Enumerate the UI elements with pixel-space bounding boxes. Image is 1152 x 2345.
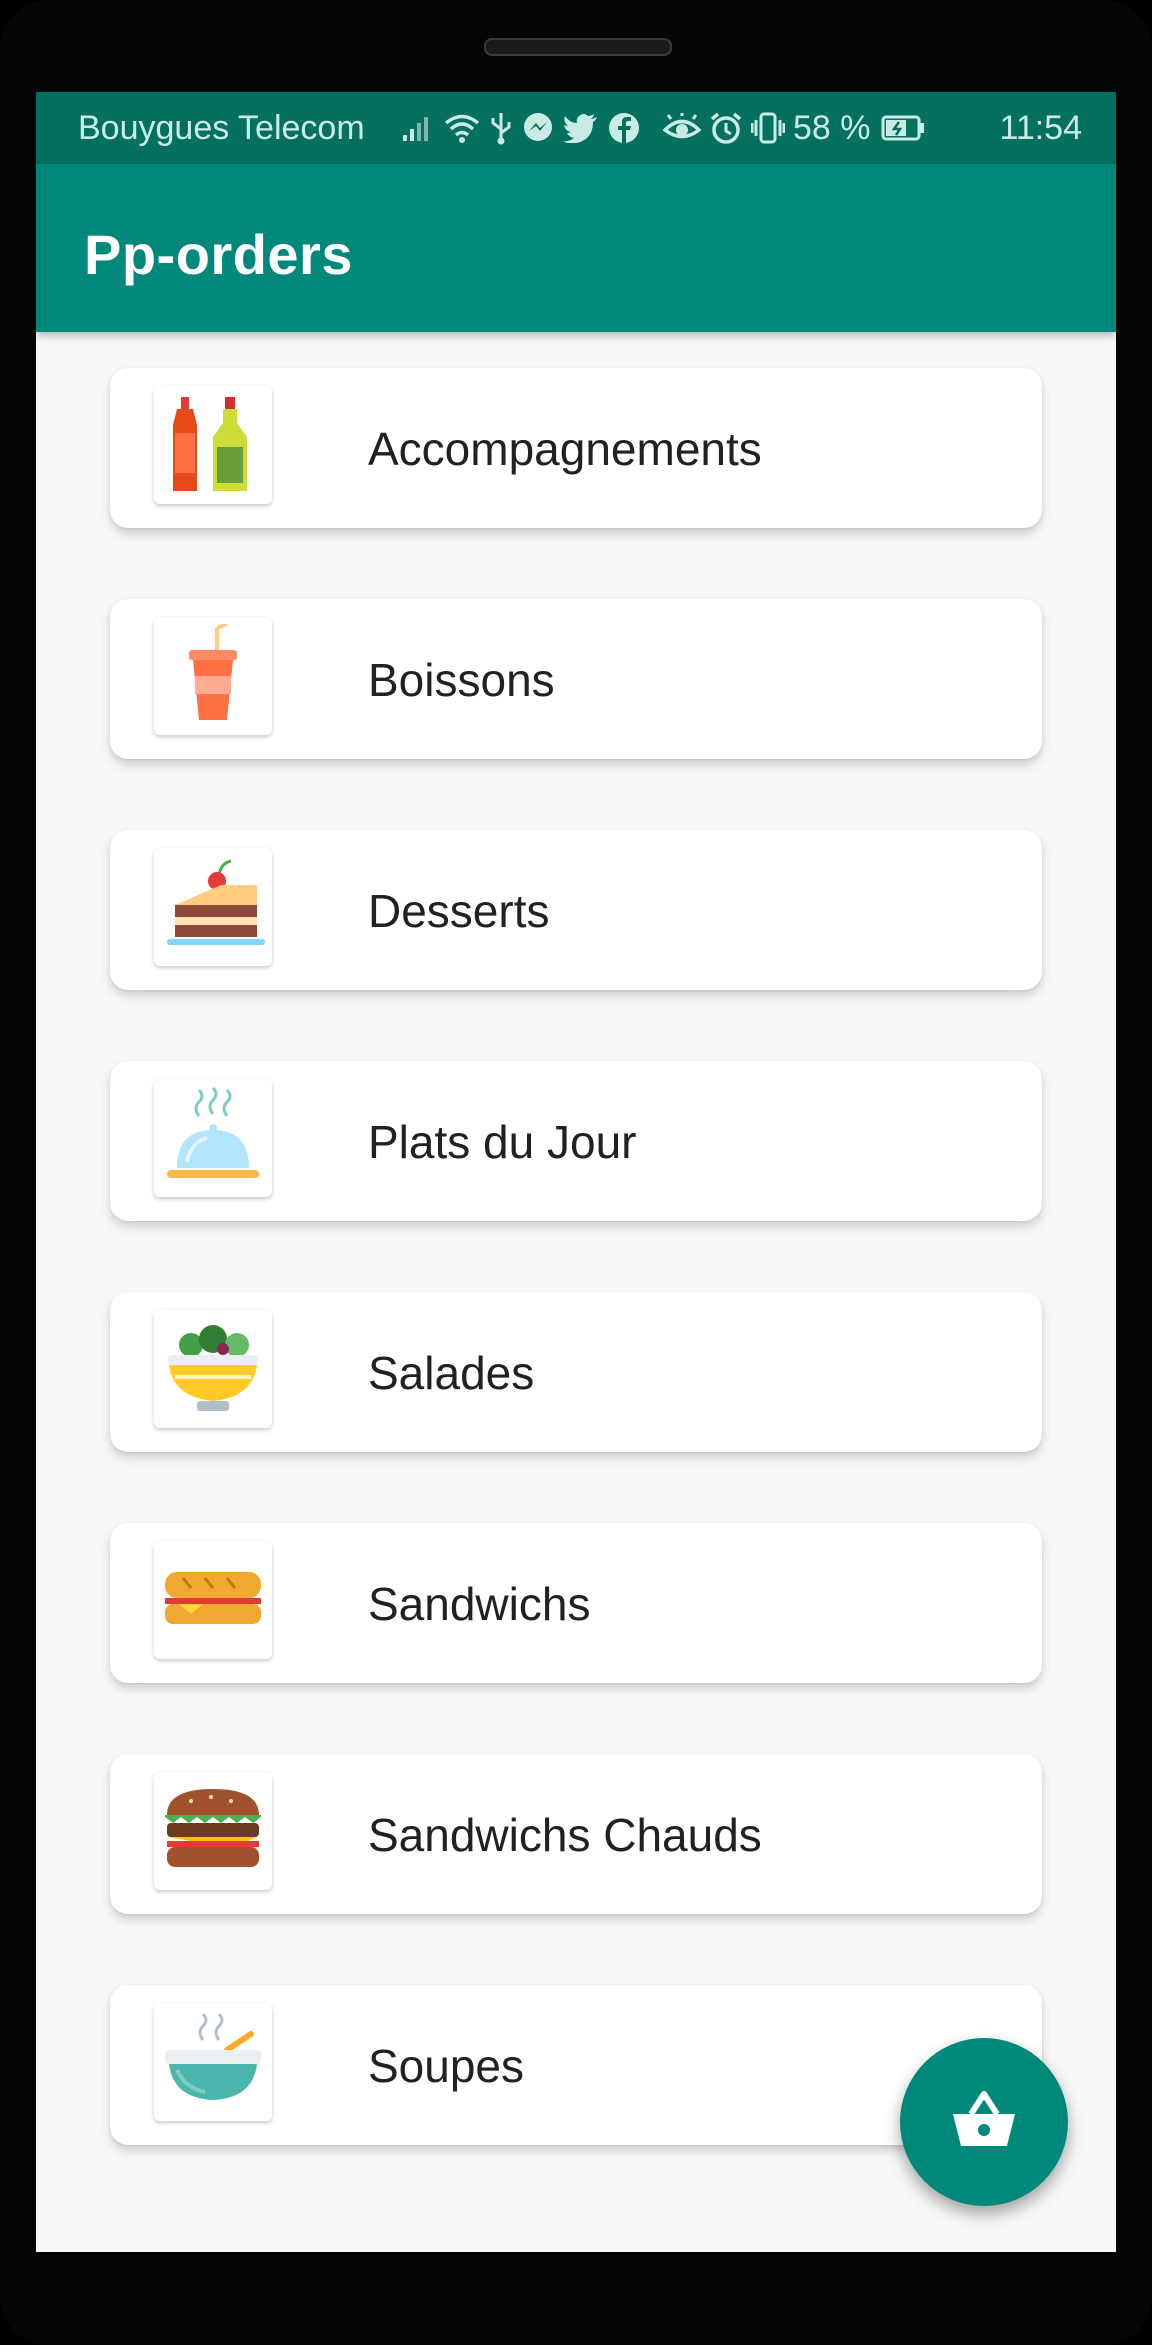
vibrate-icon — [751, 111, 785, 145]
burger-icon — [154, 1772, 272, 1890]
carrier-name: Bouygues Telecom — [78, 109, 365, 147]
eye-icon — [663, 113, 701, 143]
category-label: Sandwichs — [368, 1578, 591, 1630]
status-bar: Bouygues Telecom 58 % 11:54 — [36, 92, 1116, 164]
signal-icon — [401, 113, 435, 143]
usb-icon — [489, 111, 513, 145]
category-label: Desserts — [368, 885, 550, 937]
category-card-sandwichs-chauds[interactable]: Sandwichs Chauds — [110, 1754, 1042, 1914]
cart-fab-button[interactable] — [900, 2038, 1068, 2206]
wifi-icon — [443, 112, 481, 144]
app-title: Pp-orders — [84, 223, 353, 286]
cloche-plate-icon — [154, 1079, 272, 1197]
category-label: Salades — [368, 1347, 535, 1399]
battery-percent: 58 % — [793, 108, 871, 147]
salad-bowl-icon — [154, 1310, 272, 1428]
category-label: Accompagnements — [368, 423, 762, 475]
category-card-sandwichs[interactable]: Sandwichs — [110, 1523, 1042, 1683]
category-card-boissons[interactable]: Boissons — [110, 599, 1042, 759]
category-card-desserts[interactable]: Desserts — [110, 830, 1042, 990]
alarm-icon — [709, 111, 743, 145]
app-bar: Pp-orders — [36, 164, 1116, 332]
battery-icon — [881, 115, 925, 141]
category-label: Soupes — [368, 2040, 525, 2092]
soup-bowl-icon — [154, 2003, 272, 2121]
soda-cup-icon — [154, 617, 272, 735]
category-card-plats-du-jour[interactable]: Plats du Jour — [110, 1061, 1042, 1221]
category-label: Plats du Jour — [368, 1116, 637, 1168]
clock: 11:54 — [999, 109, 1082, 147]
category-label: Boissons — [368, 654, 555, 706]
cake-slice-icon — [154, 848, 272, 966]
category-card-accompagnements[interactable]: Accompagnements — [110, 368, 1042, 528]
messenger-icon — [521, 111, 555, 145]
screen: Bouygues Telecom 58 % 11:54 Pp-orders Ac… — [36, 92, 1116, 2252]
status-icons: 58 % — [401, 106, 933, 150]
facebook-icon — [607, 111, 641, 145]
speaker-grille — [484, 38, 672, 56]
category-label: Sandwichs Chauds — [368, 1809, 762, 1861]
twitter-icon — [563, 113, 599, 143]
condiment-bottles-icon — [154, 386, 272, 504]
phone-frame: Bouygues Telecom 58 % 11:54 Pp-orders Ac… — [0, 0, 1152, 2345]
baguette-sandwich-icon — [154, 1541, 272, 1659]
category-card-salades[interactable]: Salades — [110, 1292, 1042, 1452]
basket-icon — [951, 2090, 1017, 2155]
